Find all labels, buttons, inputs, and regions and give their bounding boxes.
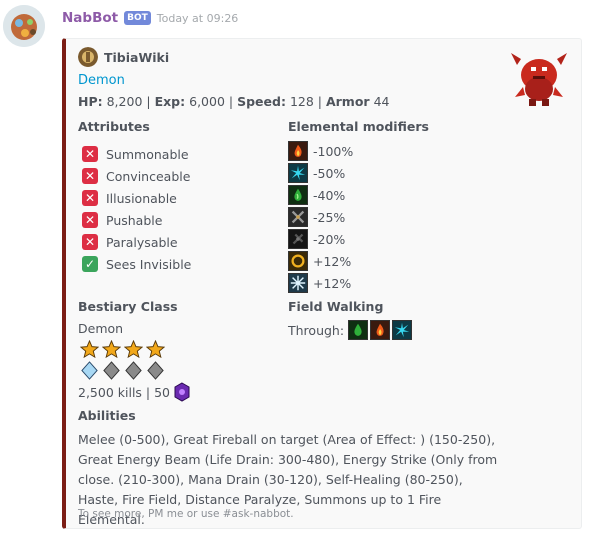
bestiary-heading: Bestiary Class	[78, 299, 178, 314]
armor-value: 44	[373, 94, 390, 109]
bestiary-class: Demon	[78, 321, 124, 336]
field-icons	[348, 320, 413, 340]
grey-gem-icon	[125, 361, 142, 380]
elemental-modifiers-heading: Elemental modifiers	[288, 119, 429, 134]
attribute-row: ✓ Sees Invisible	[82, 253, 191, 275]
ice-icon	[288, 273, 308, 293]
cross-mark-icon: ✕	[82, 168, 98, 184]
elemental-modifier-row: -40%	[288, 184, 353, 206]
modifier-value: -40%	[313, 187, 346, 203]
cross-mark-icon: ✕	[82, 190, 98, 206]
hp-value: 8,200	[106, 94, 143, 109]
occurrence-gems	[80, 361, 165, 380]
earth-field-icon	[348, 320, 369, 340]
field-walking-through: Through:	[288, 320, 413, 340]
elemental-modifier-row: +12%	[288, 272, 353, 294]
check-mark-icon: ✓	[82, 256, 98, 272]
modifier-value: +12%	[313, 275, 352, 291]
star-icon	[80, 340, 99, 359]
star-icon	[124, 340, 143, 359]
fire-icon	[288, 141, 308, 161]
difficulty-stars	[80, 340, 165, 359]
death-icon	[288, 229, 308, 249]
through-label: Through:	[288, 322, 345, 338]
exp-value: 6,000	[189, 94, 225, 109]
creature-stats: HP: 8,200 | Exp: 6,000 | Speed: 128 | Ar…	[78, 94, 390, 109]
elemental-modifier-row: +12%	[288, 250, 353, 272]
modifier-value: -25%	[313, 209, 346, 225]
attribute-row: ✕ Convinceable	[82, 165, 191, 187]
tibiawiki-icon	[78, 47, 98, 67]
attribute-label: Sees Invisible	[106, 256, 192, 272]
modifier-value: -50%	[313, 165, 346, 181]
attribute-label: Summonable	[106, 146, 189, 162]
modifier-value: -20%	[313, 231, 346, 247]
author-name: TibiaWiki	[104, 49, 170, 65]
energy-icon	[288, 163, 308, 183]
holy-icon	[288, 251, 308, 271]
blue-gem-icon	[81, 361, 98, 380]
elemental-modifier-row: -25%	[288, 206, 353, 228]
attribute-row: ✕ Pushable	[82, 209, 191, 231]
attribute-label: Pushable	[106, 212, 163, 228]
speed-label: Speed:	[237, 94, 286, 109]
attribute-label: Convinceable	[106, 168, 191, 184]
bestiary-kills: 2,500 kills | 50	[78, 382, 192, 402]
charm-point-icon	[174, 382, 190, 402]
attribute-label: Illusionable	[106, 190, 177, 206]
cross-mark-icon: ✕	[82, 212, 98, 228]
attribute-label: Paralysable	[106, 234, 178, 250]
bot-avatar[interactable]	[3, 5, 45, 47]
bot-tag: BOT	[124, 11, 151, 25]
cross-mark-icon: ✕	[82, 234, 98, 250]
elemental-modifier-row: -100%	[288, 140, 353, 162]
energy-field-icon	[392, 320, 413, 340]
star-icon	[102, 340, 121, 359]
message-header: NabBot BOT Today at 09:26	[62, 8, 238, 28]
attributes-list: ✕ Summonable ✕ Convinceable ✕ Illusionab…	[82, 143, 191, 275]
embed-author[interactable]: TibiaWiki	[78, 47, 169, 67]
grey-gem-icon	[103, 361, 120, 380]
fire-field-icon	[370, 320, 391, 340]
elemental-modifier-row: -20%	[288, 228, 353, 250]
abilities-heading: Abilities	[78, 408, 136, 423]
demon-thumbnail	[509, 45, 569, 107]
timestamp: Today at 09:26	[156, 11, 239, 25]
embed-footer: To see more, PM me or use #ask-nabbot.	[78, 508, 294, 520]
cross-mark-icon: ✕	[82, 146, 98, 162]
armor-label: Armor	[325, 94, 370, 109]
modifier-value: -100%	[313, 143, 354, 159]
elemental-modifiers-list: -100% -50% -40% -25% -20% +12% +12%	[288, 140, 353, 294]
kills-text: 2,500 kills | 50	[78, 384, 170, 400]
physical-icon	[288, 207, 308, 227]
earth-icon	[288, 185, 308, 205]
speed-value: 128	[289, 94, 314, 109]
embed-card: TibiaWiki Demon HP: 8,200 | Exp: 6,000 |…	[62, 38, 582, 529]
attributes-heading: Attributes	[78, 119, 150, 134]
field-walking-heading: Field Walking	[288, 299, 384, 314]
embed-title-link[interactable]: Demon	[78, 73, 125, 88]
elemental-modifier-row: -50%	[288, 162, 353, 184]
hp-label: HP:	[78, 94, 103, 109]
attribute-row: ✕ Summonable	[82, 143, 191, 165]
username[interactable]: NabBot	[62, 10, 118, 26]
grey-gem-icon	[147, 361, 164, 380]
attribute-row: ✕ Illusionable	[82, 187, 191, 209]
exp-label: Exp:	[154, 94, 186, 109]
modifier-value: +12%	[313, 253, 352, 269]
star-icon	[146, 340, 165, 359]
attribute-row: ✕ Paralysable	[82, 231, 191, 253]
